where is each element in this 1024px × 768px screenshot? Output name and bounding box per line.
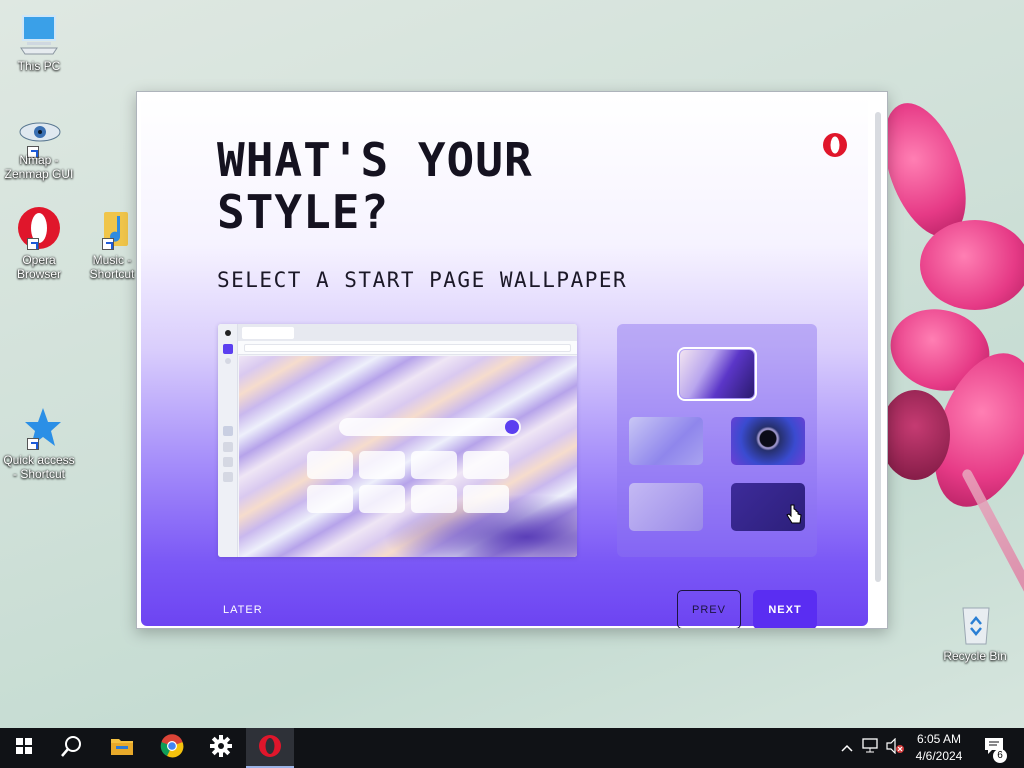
taskbar-settings[interactable] [197,728,245,768]
file-explorer-icon [110,736,134,761]
desktop-icon-label: This PC [17,59,61,73]
settings-icon [210,734,232,762]
network-icon [862,737,880,759]
page-subtitle: SELECT A START PAGE WALLPAPER [217,268,628,292]
opera-installer-window: WHAT'S YOUR STYLE? SELECT A START PAGE W… [136,91,888,629]
prev-button[interactable]: PREV [677,590,741,628]
taskbar-file-explorer[interactable] [98,728,146,768]
show-hidden-icons-button[interactable] [838,728,856,768]
action-center-button[interactable] [980,728,1008,768]
shortcut-arrow-icon [27,238,39,250]
music-folder-icon [90,206,134,250]
later-button[interactable]: LATER [223,604,263,616]
shortcut-arrow-icon [27,438,39,450]
desktop-icon-quick-access[interactable]: Quick access - Shortcut [3,406,75,481]
taskbar-opera[interactable] [246,728,294,768]
network-button[interactable] [860,728,882,768]
preview-sidebar [218,324,238,557]
search-button[interactable] [48,728,96,768]
wallpaper-thumb-soft-violet[interactable] [629,483,703,531]
desktop-icon-label: Nmap - Zenmap GUI [4,153,74,181]
chevron-up-icon [841,739,853,757]
desktop-icon-nmap[interactable]: Nmap - Zenmap GUI [3,118,75,193]
start-icon [16,737,32,759]
desktop-icon-label: Music - Shortcut [89,253,135,281]
page-title: WHAT'S YOUR STYLE? [217,133,533,239]
clock-time: 6:05 AM [916,732,962,746]
preview-wallpaper [239,356,577,557]
desktop-icon-label: Opera Browser [16,253,61,281]
desktop-icon-label: Recycle Bin [943,649,1007,663]
opera-logo-icon [822,132,848,158]
desktop-icon-recycle-bin[interactable]: Recycle Bin [938,602,1012,663]
opera-icon [17,206,61,250]
clock-date: 4/6/2024 [915,749,963,763]
wallpaper-thumb-lavender-blur[interactable] [629,417,703,465]
desktop-icon-music[interactable]: Music - Shortcut [82,206,142,281]
start-page-preview [218,324,577,557]
notification-count-badge: 6 [993,749,1007,763]
wallpaper-thumb-purple-marble[interactable] [677,347,757,401]
star-icon [17,406,61,450]
preview-search-bar [339,418,521,436]
wallpaper-thumb-aurora-orb[interactable] [731,417,805,465]
recycle-bin-icon [953,602,997,646]
onboarding-panel: WHAT'S YOUR STYLE? SELECT A START PAGE W… [141,96,868,628]
preview-tab-bar [238,324,577,341]
start-button[interactable] [0,728,48,768]
speaker-muted-icon [886,737,904,759]
shortcut-arrow-icon [102,238,114,250]
preview-address-bar [238,341,577,355]
search-icon [61,735,83,762]
computer-icon [17,12,61,56]
desktop-icon-label: Quick access - Shortcut [3,453,75,481]
next-button[interactable]: NEXT [753,590,817,628]
chrome-icon [160,733,184,763]
window-scrollbar[interactable] [875,112,881,582]
taskbar-clock[interactable]: 6:05 AM 4/6/2024 [908,731,970,765]
taskbar-chrome[interactable] [148,728,196,768]
volume-button[interactable] [884,728,906,768]
opera-icon [258,734,282,763]
desktop-icon-this-pc[interactable]: This PC [3,12,75,73]
desktop-icon-opera[interactable]: Opera Browser [3,206,75,281]
hand-cursor-icon [786,504,802,526]
taskbar: 6:05 AM 4/6/2024 6 [0,728,1024,768]
